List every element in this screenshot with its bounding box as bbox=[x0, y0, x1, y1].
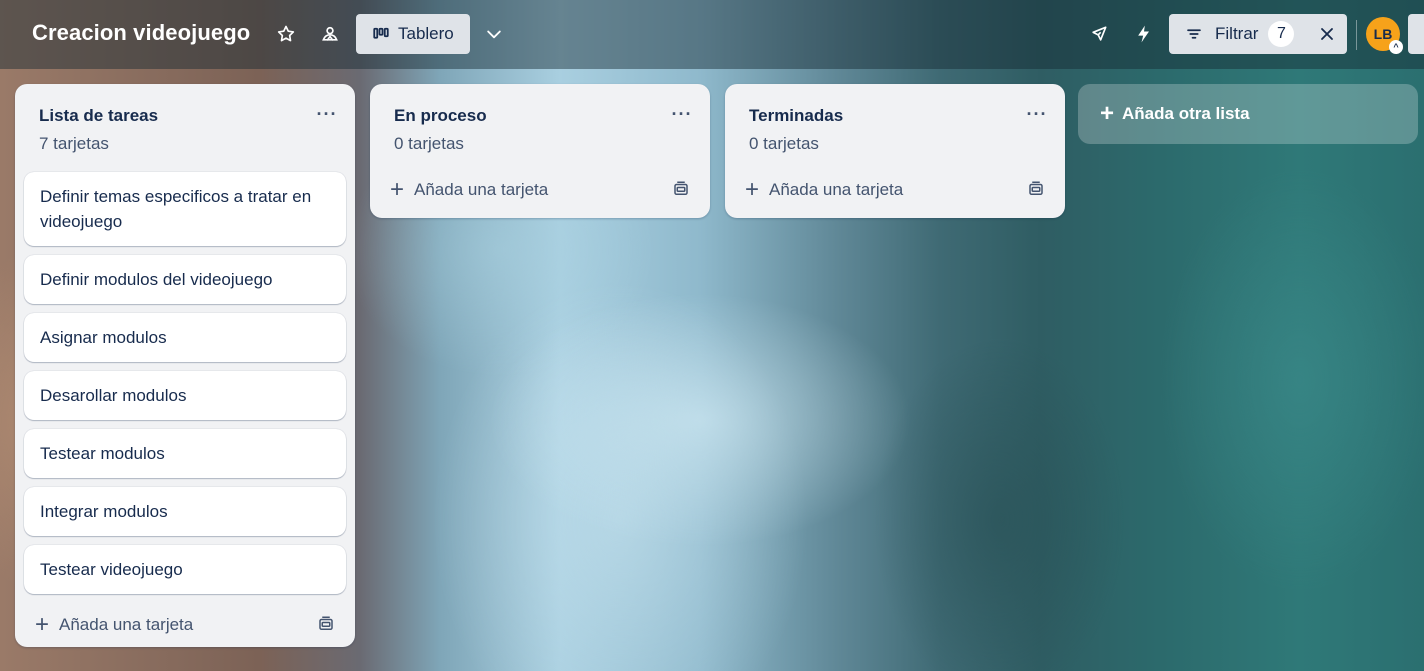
add-card-button[interactable]: + Añada una tarjeta bbox=[725, 168, 1065, 212]
automation-bolt-icon[interactable] bbox=[1128, 18, 1160, 50]
template-icon[interactable] bbox=[1027, 180, 1045, 198]
list-title[interactable]: En proceso bbox=[394, 106, 694, 126]
list-card-count: 0 tarjetas bbox=[394, 134, 464, 153]
add-card-label: Añada una tarjeta bbox=[769, 180, 904, 199]
plus-icon: + bbox=[1100, 100, 1115, 127]
admin-badge-icon: ^ bbox=[1389, 40, 1403, 54]
list-title[interactable]: Lista de tareas bbox=[39, 106, 339, 126]
template-icon[interactable] bbox=[317, 615, 335, 633]
add-card-label: Añada una tarjeta bbox=[414, 180, 549, 199]
board-view-button[interactable]: Tablero bbox=[356, 14, 470, 54]
list-card-count: 0 tarjetas bbox=[749, 134, 819, 153]
add-card-button[interactable]: + Añada una tarjeta bbox=[15, 603, 355, 647]
filter-button[interactable]: Filtrar 7 bbox=[1169, 14, 1347, 54]
avatar-initials: LB bbox=[1373, 26, 1393, 42]
list-card-count: 7 tarjetas bbox=[39, 134, 109, 153]
board-view-icon bbox=[373, 27, 389, 39]
card[interactable]: Integrar modulos bbox=[24, 487, 346, 536]
more-icon[interactable]: ··· bbox=[313, 102, 341, 126]
add-list-label: Añada otra lista bbox=[1122, 104, 1250, 123]
filter-label: Filtrar bbox=[1215, 24, 1259, 43]
list-lista-de-tareas: Lista de tareas 7 tarjetas ··· Definir t… bbox=[15, 84, 355, 647]
plus-icon: + bbox=[745, 176, 760, 203]
star-icon[interactable] bbox=[270, 18, 302, 50]
board-header: Creacion videojuego Tablero Filtrar 7 LB… bbox=[0, 0, 1424, 69]
avatar[interactable]: LB ^ bbox=[1366, 17, 1403, 54]
add-list-button[interactable]: + Añada otra lista bbox=[1078, 84, 1418, 144]
add-card-label: Añada una tarjeta bbox=[59, 615, 194, 634]
list-terminadas: Terminadas 0 tarjetas ··· + Añada una ta… bbox=[725, 84, 1065, 218]
chevron-down-icon[interactable] bbox=[478, 18, 510, 50]
header-divider bbox=[1356, 20, 1357, 50]
card[interactable]: Testear modulos bbox=[24, 429, 346, 478]
list-title[interactable]: Terminadas bbox=[749, 106, 1049, 126]
card[interactable]: Testear videojuego bbox=[24, 545, 346, 594]
card[interactable]: Definir modulos del videojuego bbox=[24, 255, 346, 304]
list-en-proceso: En proceso 0 tarjetas ··· + Añada una ta… bbox=[370, 84, 710, 218]
plus-icon: + bbox=[390, 176, 405, 203]
card[interactable]: Definir temas especificos a tratar en vi… bbox=[24, 172, 346, 246]
card[interactable]: Desarollar modulos bbox=[24, 371, 346, 420]
filter-icon bbox=[1187, 29, 1201, 39]
board-title[interactable]: Creacion videojuego bbox=[32, 20, 250, 46]
close-icon[interactable] bbox=[1317, 24, 1337, 44]
plus-icon: + bbox=[35, 611, 50, 638]
power-ups-rocket-icon[interactable] bbox=[1083, 18, 1115, 50]
filter-count-badge: 7 bbox=[1268, 21, 1295, 47]
template-icon[interactable] bbox=[672, 180, 690, 198]
board-view-label: Tablero bbox=[398, 24, 454, 43]
add-card-button[interactable]: + Añada una tarjeta bbox=[370, 168, 710, 212]
more-icon[interactable]: ··· bbox=[1023, 102, 1051, 126]
more-icon[interactable]: ··· bbox=[668, 102, 696, 126]
share-button[interactable] bbox=[1408, 14, 1424, 54]
card[interactable]: Asignar modulos bbox=[24, 313, 346, 362]
workspace-visibility-icon[interactable] bbox=[314, 18, 346, 50]
